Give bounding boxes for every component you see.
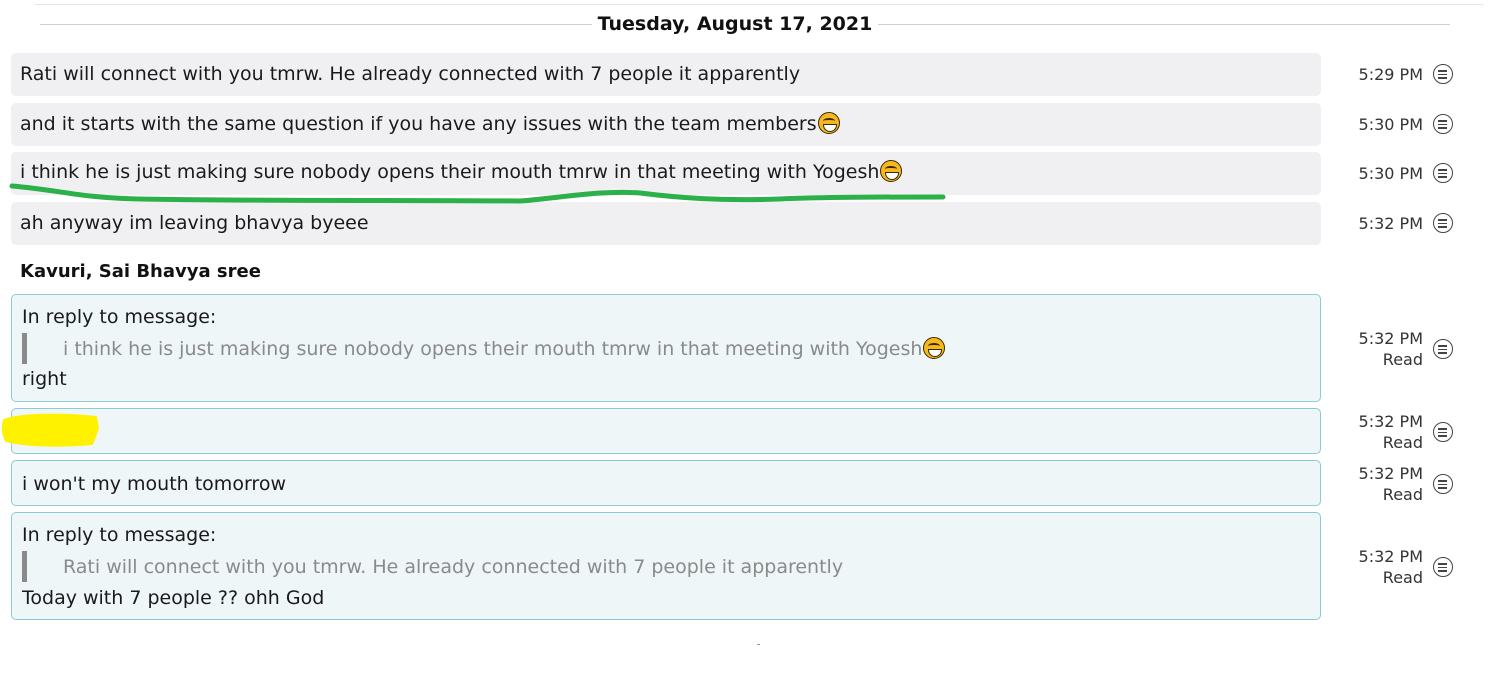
message-timestamp: 5:30 PM [1358,164,1423,183]
message-status: 5:32 PM Read [1330,328,1423,370]
quote-bar [22,551,27,582]
date-separator-line-right [878,24,1450,25]
outgoing-message[interactable]: In reply to message: i think he is just … [11,294,1321,402]
message-timestamp: 5:30 PM [1358,115,1423,134]
message-text-line: and it starts with the same question if … [20,112,840,136]
message-text: and it starts with the same question if … [20,113,817,135]
quoted-message: i think he is just making sure nobody op… [63,338,923,360]
message-text: Today with 7 people ?? ohh God [22,587,325,609]
message-text-line: i think he is just making sure nobody op… [20,160,903,184]
date-separator-label: Tuesday, August 17, 2021 [597,13,873,35]
read-status: Read [1382,568,1423,587]
message-timestamp: 5:29 PM [1358,65,1423,84]
message-options-icon[interactable] [1433,114,1453,134]
incoming-message[interactable]: and it starts with the same question if … [11,103,1321,146]
outgoing-message[interactable]: i won't my mouth tomorrow [11,460,1321,506]
message-timestamp: 5:32 PM [1358,547,1423,566]
message-timestamp: 5:32 PM [1358,214,1423,233]
outgoing-message[interactable]: In reply to message: Rati will connect w… [11,512,1321,620]
message-text: ah anyway im leaving bhavya byeee [20,212,369,234]
message-options-icon[interactable] [1433,213,1453,233]
outgoing-message[interactable] [11,408,1321,454]
date-separator-line-left [40,24,592,25]
rolling-laughing-icon [817,112,840,134]
reply-header: In reply to message: [22,306,217,328]
incoming-message[interactable]: ah anyway im leaving bhavya byeee [11,202,1321,245]
message-options-icon[interactable] [1433,422,1453,442]
message-timestamp: 5:32 PM [1358,412,1423,431]
read-status: Read [1382,433,1423,452]
joy-icon [880,160,903,182]
read-status: Read [1382,350,1423,369]
joy-icon [923,337,946,359]
quoted-message-line: i think he is just making sure nobody op… [63,337,946,361]
message-text: Rati will connect with you tmrw. He alre… [20,63,801,85]
message-timestamp: 5:32 PM [1358,329,1423,348]
top-divider [35,4,1484,5]
message-status: 5:32 PM Read [1330,411,1423,453]
quoted-message: Rati will connect with you tmrw. He alre… [63,556,844,578]
message-text: right [22,368,67,390]
chat-view: Tuesday, August 17, 2021 Rati will conne… [0,0,1499,676]
scroll-marker [757,644,760,645]
message-options-icon[interactable] [1433,474,1453,494]
read-status: Read [1382,485,1423,504]
incoming-message[interactable]: Rati will connect with you tmrw. He alre… [11,53,1321,96]
sender-name: Kavuri, Sai Bhavya sree [20,261,261,282]
date-separator: Tuesday, August 17, 2021 [0,11,1460,37]
message-text: i won't my mouth tomorrow [22,473,286,495]
reply-header: In reply to message: [22,524,217,546]
message-options-icon[interactable] [1433,163,1453,183]
message-text: i think he is just making sure nobody op… [20,161,880,183]
incoming-message[interactable]: i think he is just making sure nobody op… [11,152,1321,195]
message-status: 5:32 PM Read [1330,546,1423,588]
quote-bar [22,333,27,364]
message-options-icon[interactable] [1433,339,1453,359]
message-timestamp: 5:32 PM [1358,464,1423,483]
message-options-icon[interactable] [1433,557,1453,577]
message-status: 5:32 PM Read [1330,463,1423,505]
message-options-icon[interactable] [1433,64,1453,84]
